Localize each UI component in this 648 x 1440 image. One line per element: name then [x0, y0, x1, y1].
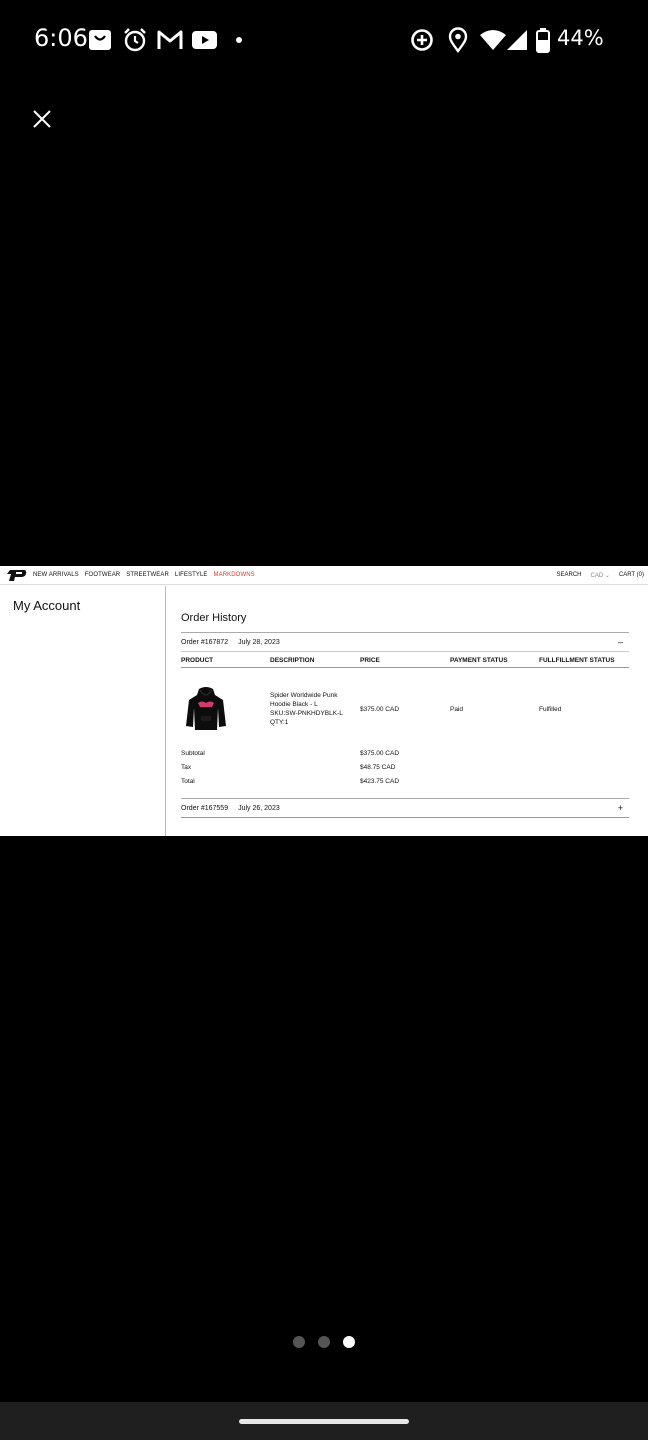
col-payment-status: PAYMENT STATUS — [450, 657, 508, 664]
expand-button[interactable]: + — [618, 803, 623, 813]
subtotal-label: Subtotal — [181, 750, 205, 757]
home-gesture-handle[interactable] — [239, 1419, 409, 1424]
nav-links: NEW ARRIVALS FOOTWEAR STREETWEAR LIFESTY… — [33, 572, 255, 578]
nav-search[interactable]: SEARCH — [556, 572, 581, 579]
divider — [181, 632, 629, 633]
product-description: Spider Worldwide Punk Hoodie Black - L S… — [270, 691, 356, 727]
nav-cart[interactable]: CART (0) — [619, 572, 644, 579]
currency-label: CAD — [590, 573, 604, 579]
page-dot-1[interactable] — [293, 1336, 305, 1348]
order-header[interactable]: Order #167872 July 28, 2023 — [181, 639, 280, 646]
location-icon — [447, 26, 469, 54]
sidebar-title[interactable]: My Account — [13, 598, 80, 613]
nav-right: SEARCH CAD ⌄ CART (0) — [556, 572, 644, 579]
page-dot-2[interactable] — [318, 1336, 330, 1348]
order-date: July 28, 2023 — [238, 639, 280, 646]
signal-icon — [505, 26, 529, 54]
order-date: July 26, 2023 — [238, 805, 280, 812]
product-image[interactable] — [185, 686, 227, 732]
collapse-button[interactable]: – — [618, 637, 623, 647]
currency-select[interactable]: CAD ⌄ — [591, 572, 610, 579]
status-time: 6:06 — [34, 24, 88, 52]
shopping-bag-icon — [88, 26, 112, 54]
site-nav: NEW ARRIVALS FOOTWEAR STREETWEAR LIFESTY… — [0, 566, 648, 585]
nav-markdowns[interactable]: MARKDOWNS — [214, 572, 255, 578]
nav-lifestyle[interactable]: LIFESTYLE — [175, 572, 208, 578]
payment-status: Paid — [450, 706, 464, 713]
alarm-icon — [122, 26, 148, 54]
product-qty: QTY:1 — [270, 719, 289, 726]
col-description: DESCRIPTION — [270, 657, 315, 664]
product-sku: SKU:SW-PNKHDYBLK-L — [270, 710, 343, 717]
order-history-title: Order History — [181, 612, 247, 624]
page-indicator — [0, 1336, 648, 1352]
account-sidebar: My Account — [0, 586, 166, 836]
dot-icon — [234, 26, 244, 54]
page-dot-3-active[interactable] — [343, 1336, 355, 1348]
battery-icon — [535, 26, 551, 54]
tax-value: $48.75 CAD — [360, 764, 396, 771]
total-value: $423.75 CAD — [360, 778, 400, 785]
youtube-icon — [191, 26, 218, 54]
col-price: PRICE — [360, 657, 380, 664]
total-label: Total — [181, 778, 195, 785]
chevron-down-icon: ⌄ — [604, 573, 610, 579]
data-saver-icon — [409, 26, 435, 54]
nav-footwear[interactable]: FOOTWEAR — [85, 572, 120, 578]
product-name[interactable]: Spider Worldwide Punk Hoodie Black - L — [270, 691, 356, 709]
product-price: $375.00 CAD — [360, 706, 400, 713]
divider — [181, 817, 629, 818]
nav-streetwear[interactable]: STREETWEAR — [126, 572, 169, 578]
order-history: Order History Order #167872 July 28, 202… — [181, 586, 629, 836]
col-fulfillment-status: FULLFILLMENT STATUS — [539, 657, 615, 664]
screenshot-preview[interactable]: NEW ARRIVALS FOOTWEAR STREETWEAR LIFESTY… — [0, 566, 648, 836]
wifi-icon — [479, 26, 507, 54]
col-product: PRODUCT — [181, 657, 214, 664]
close-icon — [33, 109, 51, 133]
status-bar: 6:06 44% — [0, 0, 648, 80]
system-nav-bar — [0, 1402, 648, 1440]
battery-percent: 44% — [557, 26, 604, 50]
fulfillment-status: Fulfilled — [539, 706, 562, 713]
subtotal-value: $375.00 CAD — [360, 750, 400, 757]
nav-new-arrivals[interactable]: NEW ARRIVALS — [33, 572, 79, 578]
divider — [181, 651, 629, 652]
divider — [181, 667, 629, 668]
tax-label: Tax — [181, 764, 192, 771]
gmail-icon — [157, 26, 183, 54]
order-number: Order #167872 — [181, 639, 229, 646]
close-button[interactable] — [26, 105, 58, 137]
divider — [181, 798, 629, 799]
order-header[interactable]: Order #167559 July 26, 2023 — [181, 805, 280, 812]
store-logo-icon[interactable] — [7, 570, 27, 581]
order-number: Order #167559 — [181, 805, 229, 812]
